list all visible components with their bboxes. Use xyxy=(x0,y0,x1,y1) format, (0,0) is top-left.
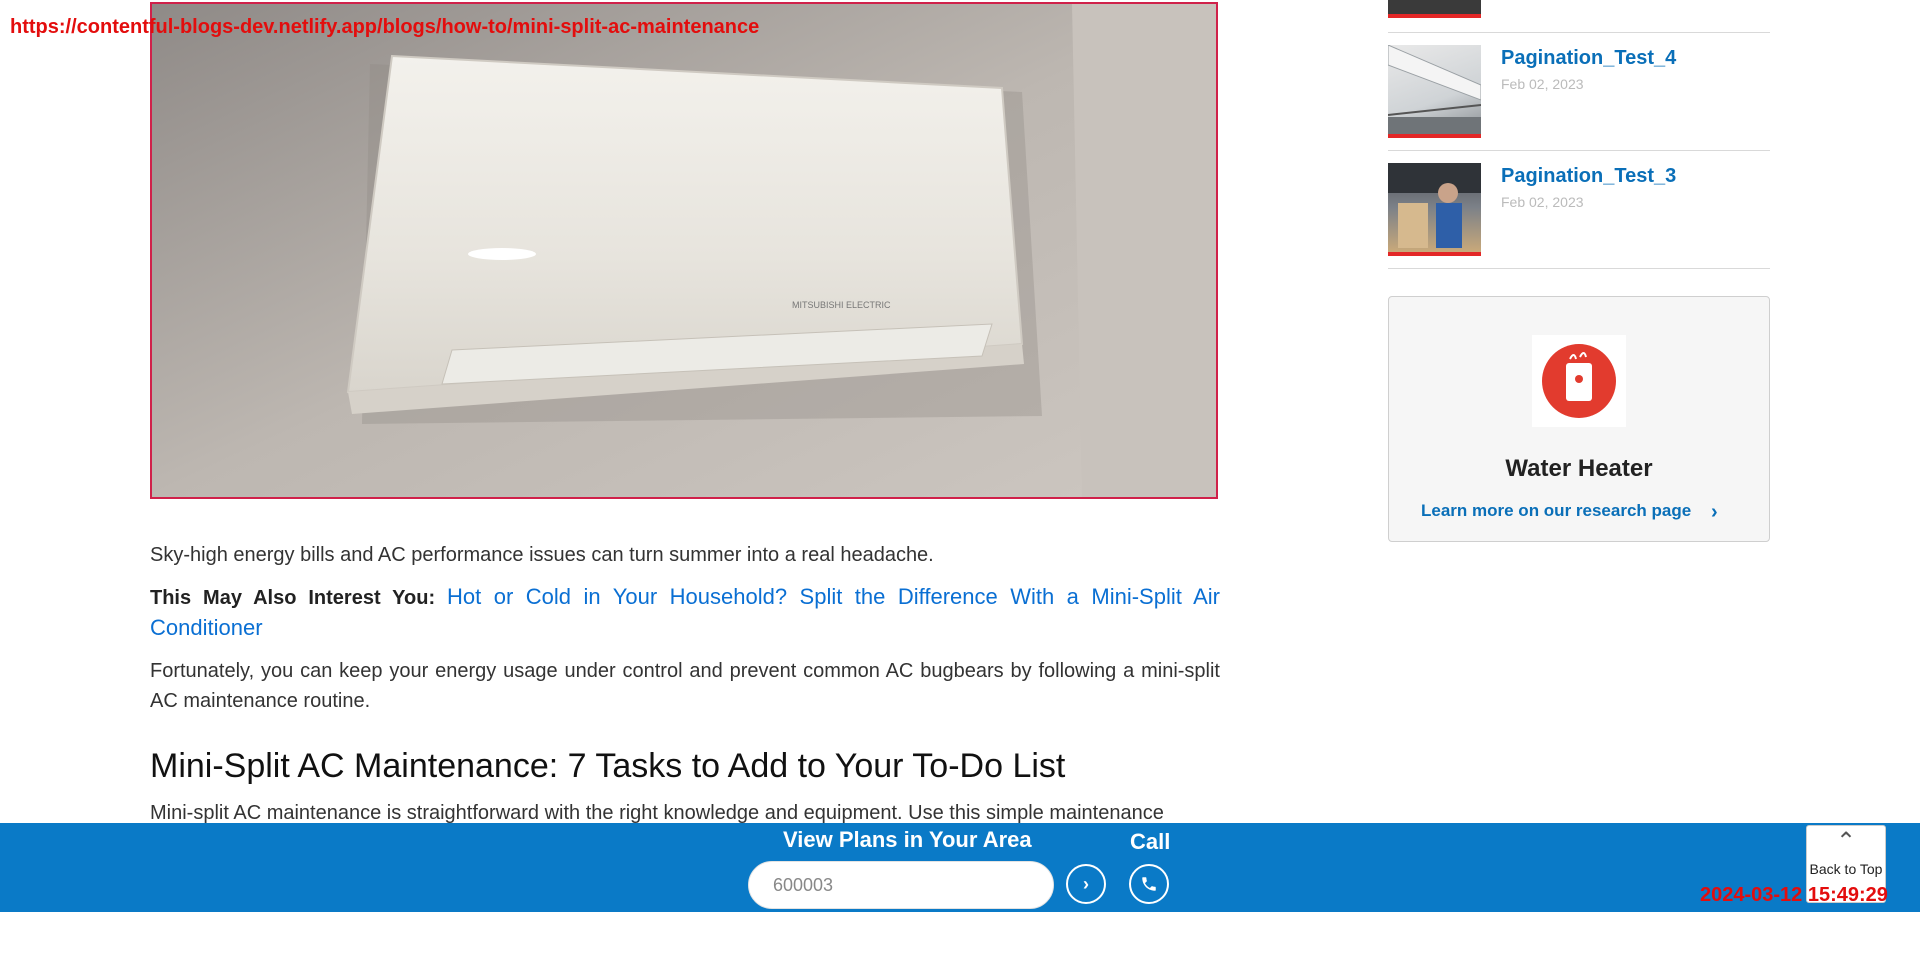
interest-label: This May Also Interest You: xyxy=(150,587,436,609)
bottom-cta-bar: View Plans in Your Area › Call xyxy=(0,823,1920,912)
hero-brand-text: MITSUBISHI ELECTRIC xyxy=(792,300,891,310)
thumbnail xyxy=(1388,0,1481,18)
chevron-right-icon[interactable]: › xyxy=(1711,501,1718,524)
research-page-link[interactable]: Learn more on our research page xyxy=(1421,501,1691,521)
thumbnail xyxy=(1388,45,1481,138)
sidebar-item-partial[interactable] xyxy=(1388,0,1770,33)
hero-image: MITSUBISHI ELECTRIC xyxy=(150,2,1218,499)
water-heater-icon-box xyxy=(1532,335,1626,427)
water-heater-title: Water Heater xyxy=(1505,455,1653,482)
chevron-right-icon: › xyxy=(1083,873,1089,894)
call-label: Call xyxy=(1130,829,1171,854)
view-plans-title: View Plans in Your Area xyxy=(783,827,1032,852)
sidebar-item-date: Feb 02, 2023 xyxy=(1501,76,1584,92)
sidebar-item-date: Feb 02, 2023 xyxy=(1501,194,1584,210)
phone-icon xyxy=(1142,877,1156,891)
article-body: Sky-high energy bills and AC performance… xyxy=(150,540,1220,840)
section-heading: Mini-Split AC Maintenance: 7 Tasks to Ad… xyxy=(150,747,1066,785)
article-paragraph-2: Fortunately, you can keep your energy us… xyxy=(150,660,1220,712)
back-to-top-label: Back to Top xyxy=(1809,861,1883,877)
sidebar-item-title[interactable]: Pagination_Test_4 xyxy=(1501,47,1676,70)
call-button[interactable] xyxy=(1129,864,1169,904)
sidebar-item-text: Pagination_Test_4 Feb 02, 2023 xyxy=(1501,45,1676,138)
url-overlay: https://contentful-blogs-dev.netlify.app… xyxy=(10,16,760,38)
chevron-up-icon: ⌃ xyxy=(1835,828,1857,855)
article-paragraph-1: Sky-high energy bills and AC performance… xyxy=(150,544,934,566)
sidebar-item-text: Pagination_Test_3 Feb 02, 2023 xyxy=(1501,163,1676,256)
sidebar-item-pagination-test-3[interactable]: Pagination_Test_3 Feb 02, 2023 xyxy=(1388,151,1770,269)
water-heater-icon xyxy=(1542,344,1616,418)
interest-paragraph: This May Also Interest You: Hot or Cold … xyxy=(150,582,1220,644)
sidebar: Pagination_Test_4 Feb 02, 2023 Paginatio… xyxy=(1388,0,1770,269)
sidebar-item-title[interactable]: Pagination_Test_3 xyxy=(1501,165,1676,188)
sidebar-item-pagination-test-4[interactable]: Pagination_Test_4 Feb 02, 2023 xyxy=(1388,33,1770,151)
water-heater-card[interactable]: Water Heater Learn more on our research … xyxy=(1388,296,1770,542)
thumbnail xyxy=(1388,163,1481,256)
timestamp-overlay: 2024-03-12 15:49:29 xyxy=(1700,884,1888,906)
submit-zip-button[interactable]: › xyxy=(1066,864,1106,904)
zip-code-input[interactable] xyxy=(748,861,1054,909)
